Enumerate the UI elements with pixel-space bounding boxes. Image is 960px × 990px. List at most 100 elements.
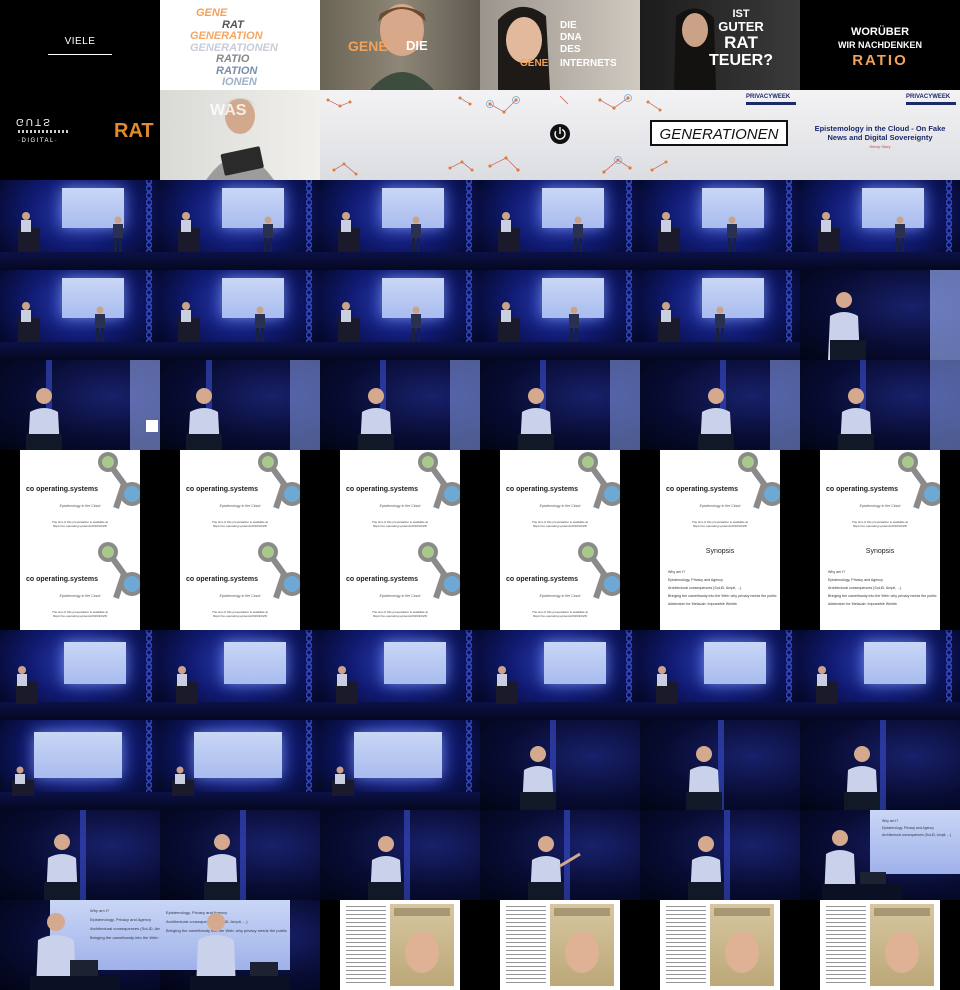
thumb-stage-synopsis[interactable] xyxy=(480,630,640,720)
slide-page: Synopsis Why am I? Epistemology, Privacy… xyxy=(660,540,780,630)
thumb-speaker-with-screen[interactable]: Epistemology, Privacy and Agency Archite… xyxy=(160,900,320,990)
thumb-network-power[interactable] xyxy=(480,90,640,180)
talk-title: Epistemology in the Cloud - On Fake News… xyxy=(814,124,946,142)
thumb-bio-slide[interactable] xyxy=(480,900,640,990)
thumb-slide-synopsis[interactable]: Synopsis Why am I? Epistemology, Privacy… xyxy=(640,540,800,630)
thumb-bio-slide[interactable] xyxy=(640,900,800,990)
thumb-slide-title[interactable]: co operating.systems Epistemology in the… xyxy=(800,450,960,540)
thumb-stage-wide[interactable] xyxy=(640,270,800,360)
word-gene: GENE xyxy=(196,7,228,19)
thumb-speaker-closeup[interactable] xyxy=(640,360,800,450)
thumb-speaker-closeup[interactable] xyxy=(160,810,320,900)
thumb-speaker-closeup[interactable] xyxy=(320,810,480,900)
thumb-stage-synopsis[interactable] xyxy=(160,720,320,810)
thumb-stage-synopsis[interactable] xyxy=(320,720,480,810)
bio-text-lines xyxy=(346,906,386,986)
thumb-speaker-closeup[interactable] xyxy=(800,720,960,810)
thumb-slide-title[interactable]: co operating.systems Epistemology in the… xyxy=(320,540,480,630)
privacyweek-logo-banner: PRIVACYWEEK xyxy=(892,92,958,106)
thumb-stage-wide[interactable] xyxy=(320,270,480,360)
power-icon xyxy=(550,124,570,144)
privacyweek-logo-banner: PRIVACYWEEK xyxy=(732,92,798,106)
video-contact-sheet: VIELE GENE RAT GENERATION GENERATIONEN R… xyxy=(0,0,960,990)
thumb-ist-guter-rat[interactable]: IST GUTER RAT TEUER? xyxy=(640,0,800,90)
thumb-stage-wide[interactable] xyxy=(480,270,640,360)
thumb-speaker-closeup[interactable] xyxy=(480,720,640,810)
privacyweek-logo-bar xyxy=(906,102,956,105)
thumb-viele[interactable]: VIELE xyxy=(0,0,160,90)
thumb-slide-title[interactable]: co operating.systems Epistemology in the… xyxy=(320,450,480,540)
woruber-line1: WORÜBER xyxy=(850,26,910,38)
thumb-speaker-closeup[interactable] xyxy=(800,270,960,360)
slide-page: co operating.systems Epistemology in the… xyxy=(20,540,140,630)
slide-page: co operating.systems Epistemology in the… xyxy=(180,450,300,540)
stage-people xyxy=(658,302,725,342)
was-word: WAS xyxy=(210,102,247,119)
speaker-closeup-image xyxy=(838,360,960,450)
thumb-stage-wide[interactable] xyxy=(160,270,320,360)
thumb-network-animation[interactable] xyxy=(320,90,480,180)
slide-page xyxy=(660,900,780,990)
thumb-bio-slide[interactable] xyxy=(320,900,480,990)
synopsis-item: Epistemology, Privacy and Agency xyxy=(668,578,723,582)
thumb-speaker-with-screen[interactable]: Why am I? Epistemology, Privacy and Agen… xyxy=(800,810,960,900)
slide-subtitle: Epistemology in the Cloud xyxy=(379,594,421,598)
slide-url: https://co-operating.systems/2019/10/26/ xyxy=(52,614,108,618)
thumb-speaker-closeup[interactable] xyxy=(640,720,800,810)
thumb-dna-internets[interactable]: DIE DNA DES GENE INTERNETS xyxy=(480,0,640,90)
thumb-slide-title[interactable]: co operating.systems Epistemology in the… xyxy=(0,450,160,540)
thumb-stage-wide[interactable] xyxy=(320,180,480,270)
thumb-stage-wide[interactable] xyxy=(480,180,640,270)
thumb-speaker-closeup[interactable] xyxy=(640,810,800,900)
thumb-speaker-closeup[interactable] xyxy=(480,810,640,900)
thumb-slide-title[interactable]: co operating.systems Epistemology in the… xyxy=(480,540,640,630)
thumb-speaker-closeup[interactable] xyxy=(800,360,960,450)
slide-page xyxy=(340,900,460,990)
thumb-stage-wide[interactable] xyxy=(0,270,160,360)
teuer-word: TEUER? xyxy=(709,52,773,69)
thumb-word-stack[interactable]: GENE RAT GENERATION GENERATIONEN RATIO R… xyxy=(160,0,320,90)
internets-word: INTERNETS xyxy=(560,58,617,69)
thumb-speaker-closeup[interactable] xyxy=(0,810,160,900)
thumb-digital[interactable]: GUTS ·DIGITAL· RAT xyxy=(0,90,160,180)
thumb-talk-title[interactable]: PRIVACYWEEK Epistemology in the Cloud - … xyxy=(800,90,960,180)
thumb-stage-wide[interactable] xyxy=(800,180,960,270)
thumb-gene-die[interactable]: GENE DIE xyxy=(320,0,480,90)
thumb-slide-title[interactable]: co operating.systems Epistemology in the… xyxy=(640,450,800,540)
speaker-closeup-image xyxy=(186,360,320,450)
thumb-was[interactable]: WAS xyxy=(160,90,320,180)
thumb-stage-synopsis[interactable] xyxy=(320,630,480,720)
stage-people xyxy=(818,212,905,252)
thumb-stage-synopsis[interactable] xyxy=(160,630,320,720)
slide-subtitle: Epistemology in the Cloud xyxy=(859,504,901,508)
thumb-stage-synopsis[interactable] xyxy=(800,630,960,720)
thumb-stage-wide[interactable] xyxy=(160,180,320,270)
thumb-speaker-with-screen[interactable]: Why am I? Epistemology, Privacy and Agen… xyxy=(0,900,160,990)
synopsis-list: Why am I? Epistemology, Privacy and Agen… xyxy=(828,568,937,608)
thumb-bio-slide[interactable] xyxy=(800,900,960,990)
thumb-slide-title[interactable]: co operating.systems Epistemology in the… xyxy=(0,540,160,630)
synopsis-item: Architectural consequences (SoLiD, Ampit… xyxy=(828,586,902,590)
thumb-stage-synopsis[interactable] xyxy=(0,630,160,720)
thumb-generationen-box[interactable]: PRIVACYWEEK GENERATIONEN xyxy=(640,90,800,180)
slide-url: https://co-operating.systems/2019/10/26/ xyxy=(532,614,588,618)
slide-page: co operating.systems Epistemology in the… xyxy=(180,540,300,630)
thumb-stage-wide[interactable] xyxy=(640,180,800,270)
slide-subtitle: Epistemology in the Cloud xyxy=(219,594,261,598)
thumb-speaker-closeup[interactable] xyxy=(160,360,320,450)
thumb-stage-synopsis[interactable] xyxy=(0,720,160,810)
thumb-stage-wide[interactable] xyxy=(0,180,160,270)
thumb-speaker-closeup[interactable] xyxy=(480,360,640,450)
thumb-slide-title[interactable]: co operating.systems Epistemology in the… xyxy=(480,450,640,540)
synopsis-title: Synopsis xyxy=(865,548,895,555)
gene-word: GENE xyxy=(348,38,388,54)
thumb-slide-title[interactable]: co operating.systems Epistemology in the… xyxy=(160,540,320,630)
thumb-speaker-closeup[interactable] xyxy=(320,360,480,450)
thumb-woruber[interactable]: WORÜBER WIR NACHDENKEN RATIO xyxy=(800,0,960,90)
thumb-stage-synopsis[interactable] xyxy=(640,630,800,720)
thumb-slide-synopsis[interactable]: Synopsis Why am I? Epistemology, Privacy… xyxy=(800,540,960,630)
thumb-slide-title[interactable]: co operating.systems Epistemology in the… xyxy=(160,450,320,540)
slide-page xyxy=(500,900,620,990)
slide-logo-text: co operating.systems xyxy=(26,576,98,583)
thumb-speaker-closeup[interactable] xyxy=(0,360,160,450)
